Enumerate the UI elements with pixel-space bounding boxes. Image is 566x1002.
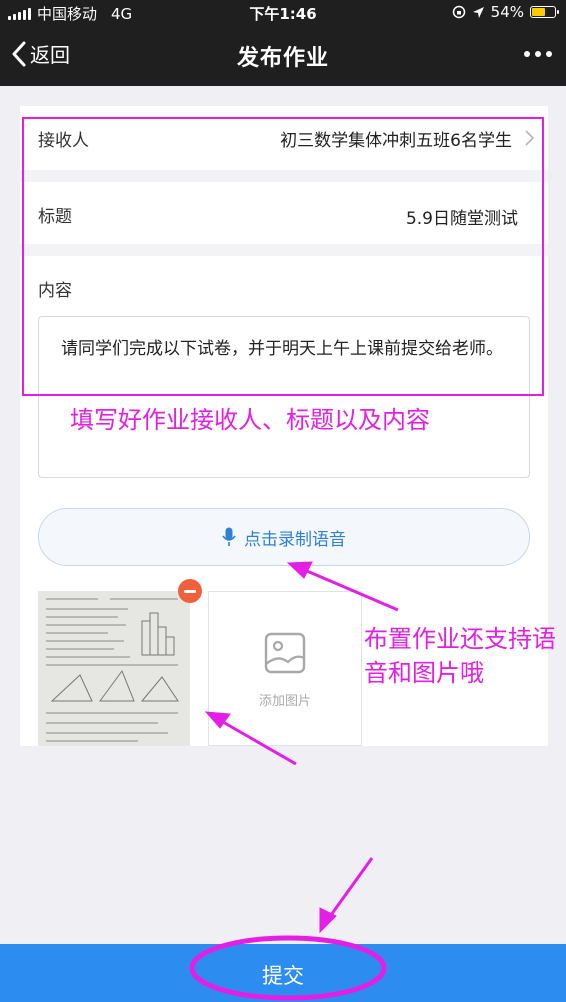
battery-percent: 54%	[490, 3, 524, 21]
status-right: 54%	[452, 3, 559, 21]
battery-fill	[532, 8, 545, 16]
rotation-lock-icon	[452, 5, 465, 19]
record-voice-button[interactable]: 点击录制语音	[38, 508, 530, 566]
arrow-to-submit	[324, 857, 374, 923]
more-button[interactable]	[524, 51, 552, 57]
location-icon	[472, 6, 484, 18]
status-bar: 中国移动 4G 下午1:46 54%	[0, 0, 566, 24]
microphone-icon	[222, 527, 236, 546]
record-voice-label: 点击录制语音	[244, 529, 346, 550]
image-icon	[264, 632, 306, 674]
remove-image-button[interactable]	[178, 579, 202, 603]
submit-label: 提交	[262, 964, 304, 988]
exam-paper-thumbnail[interactable]	[38, 591, 190, 746]
annotation-top-note: 填写好作业接收人、标题以及内容	[70, 406, 430, 434]
battery-icon	[530, 6, 559, 18]
add-image-label: 添加图片	[258, 694, 311, 709]
nav-bar: 返回 发布作业	[0, 24, 566, 86]
arrowhead-submit	[319, 907, 337, 934]
add-image-button[interactable]: 添加图片	[208, 591, 362, 746]
submit-button[interactable]: 提交	[0, 944, 566, 1002]
page-title: 发布作业	[236, 46, 329, 71]
exam-paper-image	[38, 591, 190, 746]
annotation-highlight-box	[22, 117, 544, 396]
annotation-side-note: 布置作业还支持语音和图片哦	[364, 625, 556, 687]
more-icon	[524, 51, 530, 57]
